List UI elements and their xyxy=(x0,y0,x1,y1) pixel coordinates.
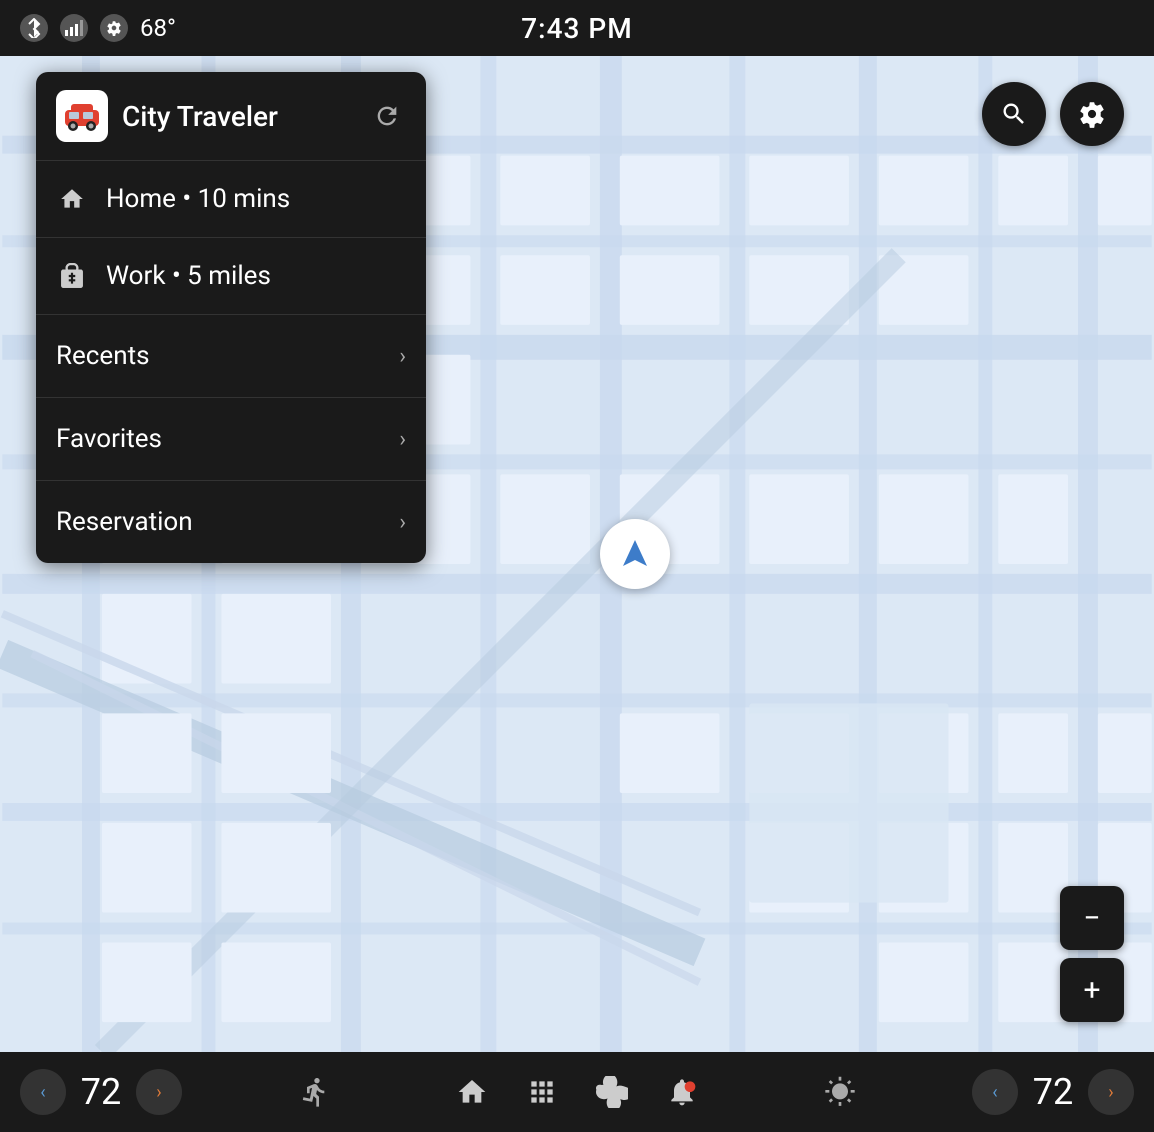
notification-button[interactable] xyxy=(657,1067,707,1117)
reservation-menu-item[interactable]: Reservation › xyxy=(36,481,426,563)
navigation-arrow xyxy=(600,519,670,589)
navigation-panel: City Traveler Home • 10 mins Work • 5 mi… xyxy=(36,72,426,563)
bottom-bar: ‹ 72 › xyxy=(0,1052,1154,1132)
work-nav-item[interactable]: Work • 5 miles xyxy=(36,238,426,315)
bottom-center-icons xyxy=(447,1067,707,1117)
home-nav-item[interactable]: Home • 10 mins xyxy=(36,161,426,238)
zoom-out-icon: − xyxy=(1083,901,1100,936)
status-bar-left: 68° xyxy=(20,14,176,42)
temperature-display: 68° xyxy=(140,14,176,42)
settings-status-icon xyxy=(100,14,128,42)
favorites-label: Favorites xyxy=(56,424,162,454)
left-heat-icon[interactable] xyxy=(290,1067,340,1117)
settings-button[interactable] xyxy=(1060,82,1124,146)
left-temperature-display: 72 xyxy=(76,1071,126,1113)
reservation-label: Reservation xyxy=(56,507,193,537)
apps-grid-button[interactable] xyxy=(517,1067,567,1117)
status-bar-time: 7:43 PM xyxy=(521,12,632,45)
recents-menu-item[interactable]: Recents › xyxy=(36,315,426,398)
recents-chevron: › xyxy=(399,344,406,369)
top-right-buttons xyxy=(982,82,1124,146)
home-icon xyxy=(56,183,88,215)
zoom-in-button[interactable]: + xyxy=(1060,958,1124,1022)
refresh-button[interactable] xyxy=(368,97,406,135)
app-icon xyxy=(56,90,108,142)
zoom-out-button[interactable]: − xyxy=(1060,886,1124,950)
zoom-in-icon: + xyxy=(1083,973,1100,1008)
left-temp-decrease-button[interactable]: ‹ xyxy=(20,1069,66,1115)
right-heat-icon[interactable] xyxy=(815,1067,865,1117)
favorites-chevron: › xyxy=(399,427,406,452)
work-nav-label: Work • 5 miles xyxy=(106,261,271,291)
nav-header-left: City Traveler xyxy=(56,90,278,142)
reservation-chevron: › xyxy=(399,510,406,535)
home-bottom-button[interactable] xyxy=(447,1067,497,1117)
right-temp-increase-button[interactable]: › xyxy=(1088,1069,1134,1115)
search-button[interactable] xyxy=(982,82,1046,146)
status-bar: 68° 7:43 PM xyxy=(0,0,1154,56)
right-temp-decrease-button[interactable]: ‹ xyxy=(972,1069,1018,1115)
left-temp-increase-button[interactable]: › xyxy=(136,1069,182,1115)
home-nav-label: Home • 10 mins xyxy=(106,184,290,214)
favorites-menu-item[interactable]: Favorites › xyxy=(36,398,426,481)
fan-button[interactable] xyxy=(587,1067,637,1117)
signal-icon xyxy=(60,14,88,42)
left-temp-control: ‹ 72 › xyxy=(20,1069,182,1115)
app-title: City Traveler xyxy=(122,100,278,133)
bluetooth-icon xyxy=(20,14,48,42)
work-icon xyxy=(56,260,88,292)
right-temp-control: ‹ 72 › xyxy=(972,1069,1134,1115)
nav-header: City Traveler xyxy=(36,72,426,161)
zoom-controls: − + xyxy=(1060,886,1124,1022)
right-temperature-display: 72 xyxy=(1028,1071,1078,1113)
recents-label: Recents xyxy=(56,341,150,371)
